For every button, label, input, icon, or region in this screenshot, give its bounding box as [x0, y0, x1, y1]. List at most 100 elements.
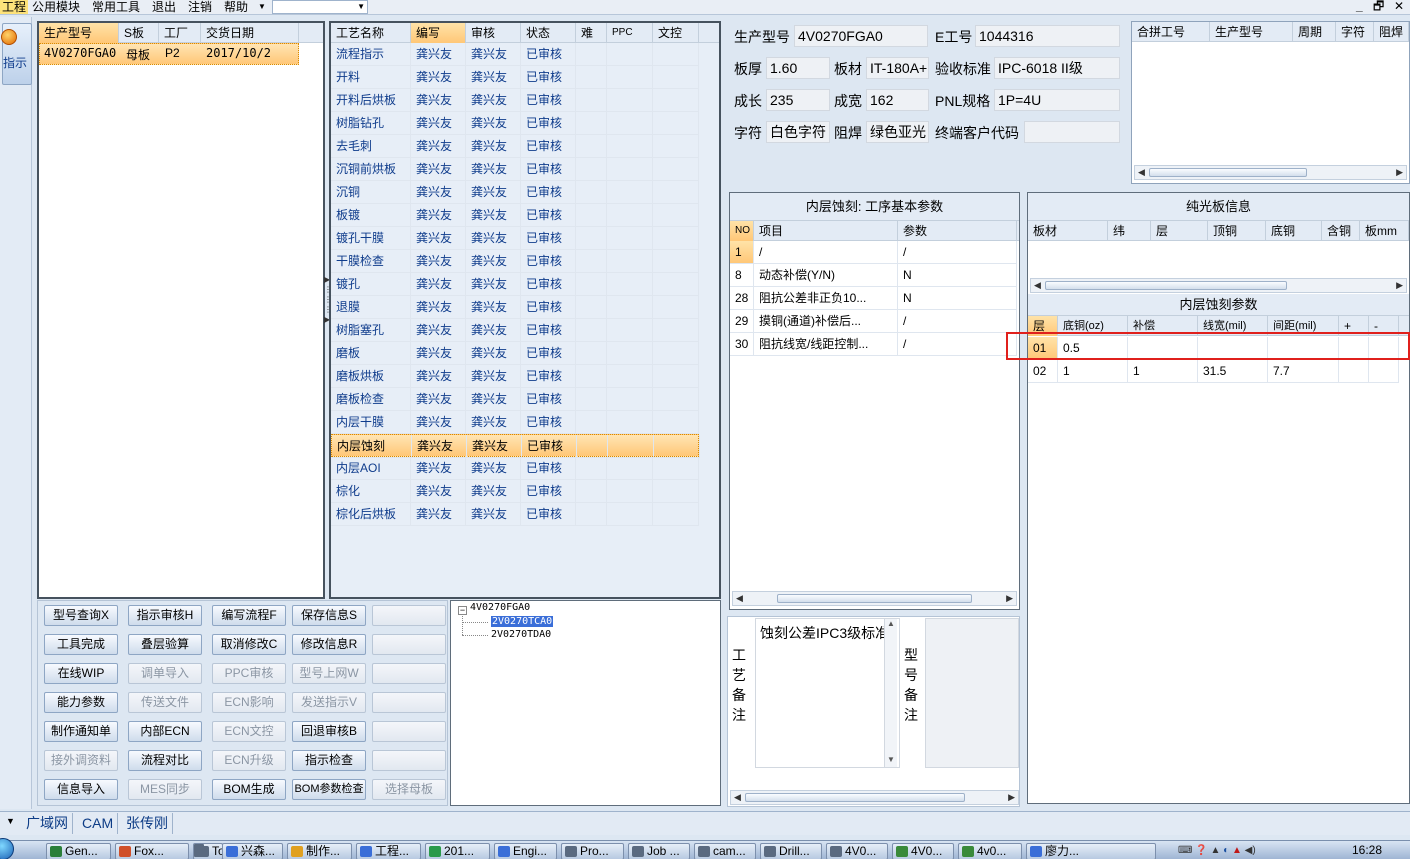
table-row[interactable]: 棕化 龚兴友 龚兴友 已审核 [331, 480, 699, 503]
splitter-handle[interactable]: ▶ ⋮ ⋮ ⋮ ▶ [324, 275, 332, 345]
col-param[interactable]: 参数 [898, 221, 1017, 241]
table-row[interactable]: 树脂钻孔 龚兴友 龚兴友 已审核 [331, 112, 699, 135]
table-row[interactable]: 开料 龚兴友 龚兴友 已审核 [331, 66, 699, 89]
table-row[interactable]: 1// [730, 241, 1017, 264]
action-button[interactable]: 型号上网W [292, 663, 366, 684]
col-total-copper[interactable]: 含铜 [1322, 221, 1360, 241]
notes-scrollbar[interactable]: ◀ ▶ [730, 790, 1019, 805]
action-button[interactable]: 能力参数 [44, 692, 118, 713]
table-row[interactable]: 棕化后烘板 龚兴友 龚兴友 已审核 [331, 503, 699, 526]
col-merge-model[interactable]: 生产型号 [1210, 22, 1293, 42]
pnl-field[interactable]: 1P=4U [994, 89, 1120, 111]
action-button[interactable]: 修改信息R [292, 634, 366, 655]
menu-help[interactable]: 帮助 [224, 0, 248, 14]
col-doc-control[interactable]: 文控 [653, 23, 699, 43]
table-row[interactable]: 板镀 龚兴友 龚兴友 已审核 [331, 204, 699, 227]
col-difficulty[interactable]: 难 [576, 23, 607, 43]
scroll-thumb[interactable] [745, 793, 965, 802]
empty-button[interactable] [372, 721, 446, 742]
keyboard-icon[interactable]: ⌨ [1178, 845, 1192, 856]
table-row[interactable]: 磨板烘板 龚兴友 龚兴友 已审核 [331, 365, 699, 388]
taskbar-item[interactable]: cam... [694, 843, 756, 859]
character-field[interactable]: 白色字符 [766, 121, 830, 143]
empty-button[interactable] [372, 692, 446, 713]
instruction-tool-button[interactable]: 指示 [1, 23, 32, 85]
col-writer[interactable]: 编写 [411, 23, 466, 43]
table-row[interactable]: 8 动态补偿(Y/N) N [730, 264, 1017, 287]
taskbar-item[interactable]: 201... [425, 843, 490, 859]
table-row[interactable]: 退膜 龚兴友 龚兴友 已审核 [331, 296, 699, 319]
col-factory[interactable]: 工厂 [159, 23, 201, 43]
action-button[interactable]: 内部ECN [128, 721, 202, 742]
model-notes-field[interactable] [925, 618, 1019, 768]
table-row[interactable]: 沉铜 龚兴友 龚兴友 已审核 [331, 181, 699, 204]
scroll-left-icon[interactable]: ◀ [736, 592, 743, 605]
action-button[interactable]: 信息导入 [44, 779, 118, 800]
action-button[interactable]: 回退审核B [292, 721, 366, 742]
col-process-name[interactable]: 工艺名称 [331, 23, 411, 43]
table-row[interactable]: 内层AOI 龚兴友 龚兴友 已审核 [331, 457, 699, 480]
table-row[interactable]: 4V0270FGA0 母板 P2 2017/10/2 [39, 43, 299, 65]
action-button[interactable]: ECN文控 [212, 721, 286, 742]
merge-table-scrollbar[interactable]: ◀ ▶ [1134, 165, 1407, 180]
network-icon[interactable]: ◐ [1223, 845, 1229, 856]
help-icon[interactable]: ❓ [1195, 845, 1207, 856]
thickness-field[interactable]: 1.60 [766, 57, 830, 79]
action-button[interactable]: PPC审核 [212, 663, 286, 684]
table-row[interactable]: 29 摸铜(通道)补偿后... / [730, 310, 1017, 333]
table-row[interactable]: 磨板检查 龚兴友 龚兴友 已审核 [331, 388, 699, 411]
empty-button[interactable] [372, 750, 446, 771]
action-button[interactable]: MES同步 [128, 779, 202, 800]
table-row[interactable]: 流程指示 龚兴友 龚兴友 已审核 [331, 43, 699, 66]
col-no[interactable]: NO [730, 221, 754, 241]
action-button[interactable]: 叠层验算 [128, 634, 202, 655]
taskbar-item[interactable]: Gen... [46, 843, 111, 859]
e-number-field[interactable]: 1044316 [975, 25, 1120, 47]
action-button[interactable]: BOM参数检查 [292, 779, 366, 800]
menu-logout[interactable]: 注销 [188, 0, 212, 14]
taskbar-item[interactable]: Job ... [628, 843, 690, 859]
action-button[interactable]: BOM生成 [212, 779, 286, 800]
status-tab-cam[interactable]: CAM [78, 813, 119, 834]
action-button[interactable]: 保存信息S [292, 605, 366, 626]
action-button[interactable]: 选择母板 [372, 779, 446, 800]
action-button[interactable]: 制作通知单 [44, 721, 118, 742]
action-button[interactable]: 工具完成 [44, 634, 118, 655]
scroll-thumb[interactable] [1045, 281, 1287, 290]
col-s-board[interactable]: S板 [119, 23, 159, 43]
col-merge-character[interactable]: 字符 [1336, 22, 1374, 42]
tray-arrow-icon[interactable]: ▲ [1210, 845, 1220, 856]
table-row-selected[interactable]: 内层蚀刻 龚兴友 龚兴友 已审核 [331, 434, 700, 458]
scroll-left-icon[interactable]: ◀ [1034, 279, 1041, 292]
taskbar-item[interactable]: Fox... [115, 843, 189, 859]
action-button[interactable]: 流程对比 [128, 750, 202, 771]
col-merge-no[interactable]: 合拼工号 [1132, 22, 1210, 42]
table-row[interactable]: 28 阻抗公差非正负10... N [730, 287, 1017, 310]
taskbar-item[interactable]: 廖力... [1026, 843, 1156, 859]
scroll-right-icon[interactable]: ▶ [1396, 279, 1403, 292]
table-row[interactable]: 开料后烘板 龚兴友 龚兴友 已审核 [331, 89, 699, 112]
table-row[interactable]: 镀孔干膜 龚兴友 龚兴友 已审核 [331, 227, 699, 250]
material-field[interactable]: IT-180A+ [866, 57, 929, 79]
table-row[interactable]: 干膜检查 龚兴友 龚兴友 已审核 [331, 250, 699, 273]
craft-notes-scrollbar[interactable]: ▲ ▼ [884, 619, 897, 767]
table-row[interactable]: 磨板 龚兴友 龚兴友 已审核 [331, 342, 699, 365]
scroll-thumb[interactable] [1149, 168, 1307, 177]
empty-button[interactable] [372, 634, 446, 655]
close-button[interactable]: ✕ [1394, 0, 1404, 13]
length-field[interactable]: 235 [766, 89, 830, 111]
restore-button[interactable]: 🗗 [1373, 0, 1384, 13]
col-ppc[interactable]: PPC [607, 23, 653, 43]
base-params-scrollbar[interactable]: ◀ ▶ [732, 591, 1017, 606]
col-board-material[interactable]: 板材 [1028, 221, 1108, 241]
table-row[interactable]: 镀孔 龚兴友 龚兴友 已审核 [331, 273, 699, 296]
action-button[interactable]: 指示检查 [292, 750, 366, 771]
col-delivery-date[interactable]: 交货日期 [201, 23, 299, 43]
action-button[interactable]: 接外调资料 [44, 750, 118, 771]
taskbar-item[interactable]: 4V0... [892, 843, 954, 859]
tree-collapse-icon[interactable]: − [458, 606, 467, 615]
table-row[interactable]: 内层干膜 龚兴友 龚兴友 已审核 [331, 411, 699, 434]
scroll-thumb[interactable] [777, 594, 972, 603]
table-row[interactable]: 树脂塞孔 龚兴友 龚兴友 已审核 [331, 319, 699, 342]
standard-field[interactable]: IPC-6018 II级 [994, 57, 1120, 79]
